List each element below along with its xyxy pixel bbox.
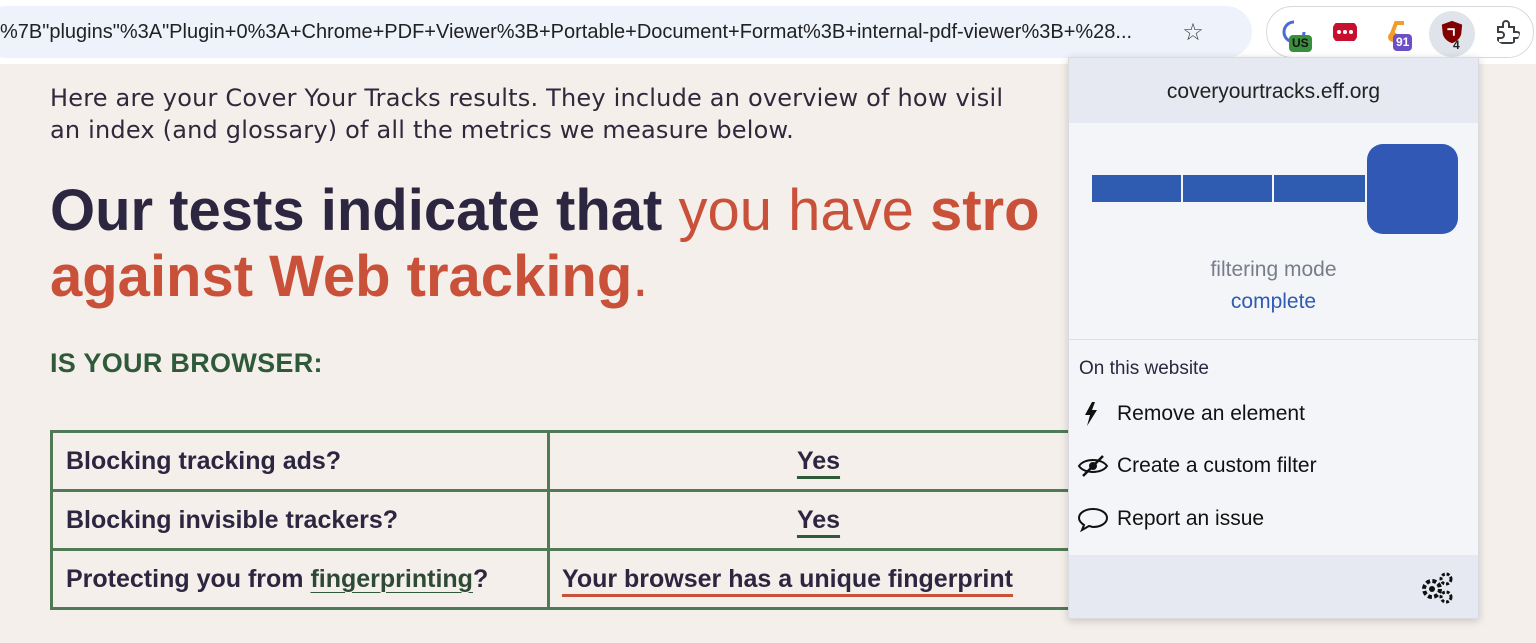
- question-prefix: Protecting you from: [66, 564, 311, 593]
- headline-part-1: Our tests indicate that: [50, 178, 679, 243]
- intro-text: Here are your Cover Your Tracks results.…: [50, 82, 1080, 146]
- popup-section-title: On this website: [1079, 358, 1209, 379]
- question-suffix: ?: [472, 564, 489, 593]
- tabs-badge: 91: [1393, 34, 1413, 51]
- tabs-extension-button[interactable]: 91: [1379, 15, 1415, 51]
- puzzle-icon: [1497, 20, 1520, 44]
- intro-line-2: an index (and glossary) of all the metri…: [50, 116, 794, 144]
- table-row: Protecting you from fingerprinting? Your…: [50, 548, 1090, 610]
- remove-element-button[interactable]: Remove an element: [1077, 394, 1477, 434]
- extensions-toolbar: US 91 4: [1266, 6, 1534, 58]
- fingerprinting-link[interactable]: fingerprinting: [310, 565, 472, 593]
- slider-segment-2[interactable]: [1183, 175, 1272, 202]
- extensions-menu-button[interactable]: [1489, 15, 1525, 51]
- row-question: Blocking tracking ads?: [50, 430, 550, 492]
- shield-icon: [1441, 20, 1463, 44]
- table-row: Blocking tracking ads? Yes: [50, 430, 1090, 492]
- table-row: Blocking invisible trackers? Yes: [50, 489, 1090, 551]
- vpn-extension-button[interactable]: US: [1277, 15, 1313, 52]
- answer-link[interactable]: Your browser has a unique fingerprint: [562, 565, 1013, 593]
- headline-part-3: stro: [929, 178, 1040, 243]
- row-answer: Yes: [547, 430, 1090, 492]
- slider-segment-1[interactable]: [1092, 175, 1181, 202]
- url-text[interactable]: %7B"plugins"%3A"Plugin+0%3A+Chrome+PDF+V…: [0, 6, 1170, 58]
- popup-footer: [1069, 555, 1478, 618]
- filtering-mode-label: filtering mode: [1210, 258, 1337, 281]
- slider-segment-3[interactable]: [1274, 175, 1365, 202]
- row-question: Blocking invisible trackers?: [50, 489, 550, 551]
- headline-part-2: you have: [678, 178, 930, 243]
- section-title: IS YOUR BROWSER:: [50, 348, 323, 378]
- ublock-popup: coveryourtracks.eff.org filtering mode c…: [1068, 57, 1479, 619]
- row-answer: Your browser has a unique fingerprint: [547, 548, 1090, 610]
- row-question: Protecting you from fingerprinting?: [50, 548, 550, 610]
- ublock-extension-button[interactable]: 4: [1429, 11, 1475, 57]
- address-bar[interactable]: %7B"plugins"%3A"Plugin+0%3A+Chrome+PDF+V…: [0, 6, 1252, 58]
- star-icon[interactable]: ☆: [1180, 19, 1206, 45]
- create-filter-button[interactable]: Create a custom filter: [1077, 446, 1477, 486]
- filtering-mode-slider[interactable]: [1092, 144, 1458, 234]
- eye-slash-icon: [1077, 455, 1109, 477]
- create-filter-label: Create a custom filter: [1117, 454, 1317, 477]
- row-answer: Yes: [547, 489, 1090, 551]
- ublock-badge: 4: [1453, 38, 1460, 52]
- result-headline: Our tests indicate that you have stro ag…: [50, 178, 1080, 310]
- answer-link[interactable]: Yes: [797, 447, 840, 475]
- password-extension-button[interactable]: [1327, 15, 1363, 51]
- slider-knob[interactable]: [1367, 144, 1458, 234]
- popup-divider: [1069, 339, 1478, 340]
- answer-link[interactable]: Yes: [797, 506, 840, 534]
- browser-toolbar: %7B"plugins"%3A"Plugin+0%3A+Chrome+PDF+V…: [0, 0, 1536, 64]
- gears-icon[interactable]: [1419, 569, 1455, 605]
- comment-icon: [1077, 507, 1109, 532]
- intro-line-1: Here are your Cover Your Tracks results.…: [50, 84, 1004, 112]
- results-table: Blocking tracking ads? Yes Blocking invi…: [50, 430, 1090, 610]
- dots-icon: [1333, 23, 1357, 41]
- lightning-icon: [1085, 402, 1097, 426]
- vpn-badge: US: [1289, 35, 1312, 52]
- headline-line-2: against Web tracking: [50, 244, 633, 309]
- headline-period: .: [632, 244, 649, 309]
- report-issue-button[interactable]: Report an issue: [1077, 499, 1477, 539]
- report-issue-label: Report an issue: [1117, 507, 1265, 530]
- filtering-mode-value: complete: [1230, 290, 1317, 313]
- remove-element-label: Remove an element: [1117, 402, 1305, 425]
- popup-site-name: coveryourtracks.eff.org: [1069, 58, 1478, 123]
